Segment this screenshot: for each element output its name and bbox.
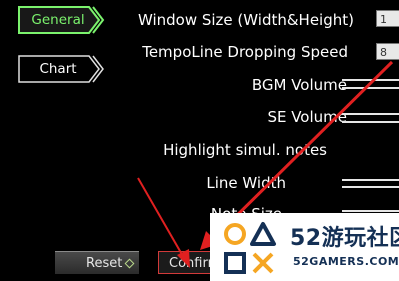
watermark: 52游玩社区 52GAMERS.COM (210, 213, 399, 281)
annotation-arrow-line (137, 177, 185, 259)
watermark-logo-icon (224, 222, 276, 274)
watermark-brand: 52游玩社区 (290, 226, 399, 251)
annotation-arrow-head (177, 249, 190, 268)
watermark-site: 52GAMERS.COM (293, 255, 399, 268)
settings-screen: General Chart Window Size (Width&Height)… (0, 0, 399, 281)
